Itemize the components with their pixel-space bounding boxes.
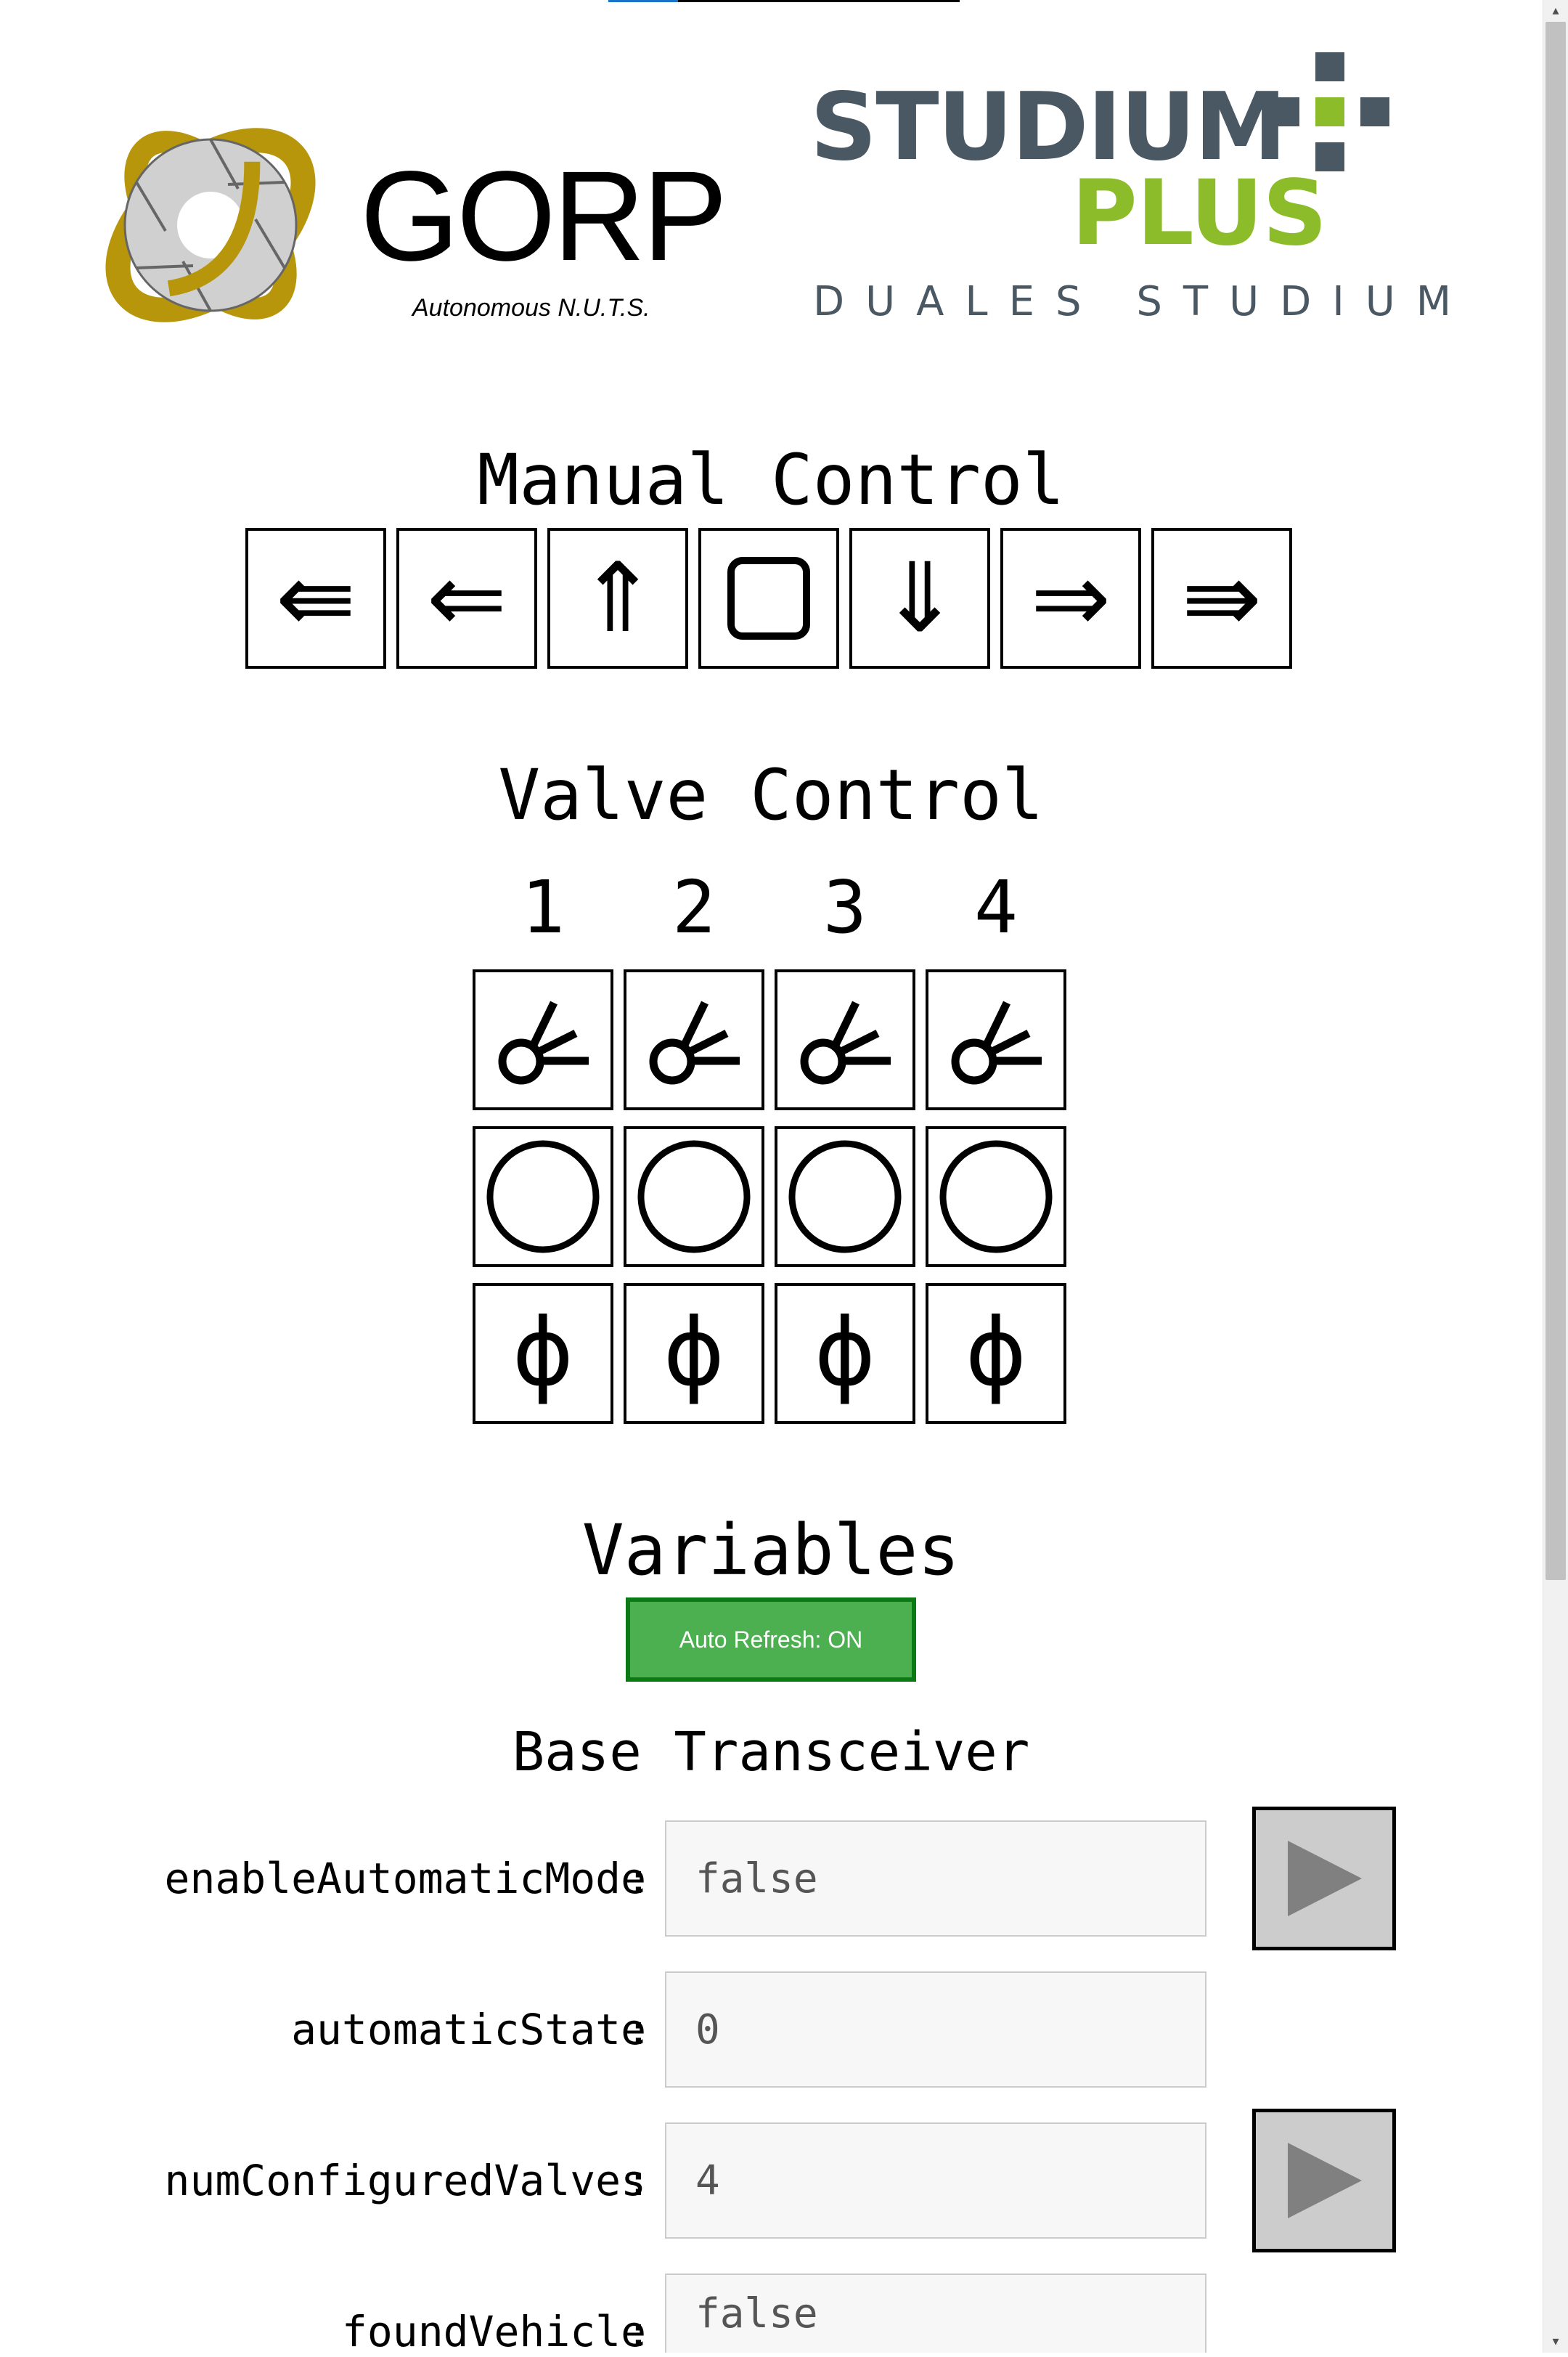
valve-1-open-button[interactable] bbox=[473, 1126, 613, 1267]
fast-right-button[interactable]: ⇛ bbox=[1151, 528, 1292, 669]
field-value: false bbox=[695, 1855, 818, 1902]
phi-icon: ϕ bbox=[814, 1299, 876, 1407]
valve-3-open-button[interactable] bbox=[775, 1126, 915, 1267]
variable-separator: : bbox=[626, 2156, 651, 2205]
fast-right-arrow-icon: ⇛ bbox=[1181, 542, 1262, 654]
left-button[interactable]: ⇐ bbox=[396, 528, 537, 669]
valve-2-open-button[interactable] bbox=[624, 1126, 764, 1267]
studium-plus-plus: PLUS bbox=[1071, 161, 1327, 266]
variable-label: numConfiguredValves bbox=[164, 2156, 646, 2205]
circle-icon bbox=[788, 1140, 902, 1253]
forward-button[interactable]: ⇑ bbox=[547, 528, 688, 669]
up-arrow-icon: ⇑ bbox=[577, 542, 658, 654]
left-arrow-icon: ⇐ bbox=[426, 542, 507, 654]
phi-icon: ϕ bbox=[663, 1299, 725, 1407]
valve-3-spray-button[interactable] bbox=[775, 969, 915, 1110]
manual-control-title: Manual Control bbox=[477, 439, 1065, 521]
valve-number: 3 bbox=[822, 865, 867, 950]
variable-label: automaticState bbox=[291, 2005, 646, 2054]
field-value: false bbox=[695, 2290, 818, 2337]
studium-plus-studium: STUDIUM bbox=[810, 73, 1287, 182]
scrollbar-thumb[interactable] bbox=[1545, 22, 1566, 1580]
found-vehicle-field[interactable]: false bbox=[665, 2273, 1206, 2353]
circle-icon bbox=[637, 1140, 751, 1253]
field-value: 4 bbox=[695, 2157, 720, 2205]
fast-left-button[interactable]: ⇚ bbox=[245, 528, 386, 669]
right-button[interactable]: ⇒ bbox=[1000, 528, 1141, 669]
valve-4-open-button[interactable] bbox=[926, 1126, 1066, 1267]
valve-number: 4 bbox=[973, 865, 1018, 950]
valve-number: 1 bbox=[520, 865, 565, 950]
circle-icon bbox=[486, 1140, 600, 1253]
valve-2-toggle-button[interactable]: ϕ bbox=[624, 1283, 764, 1424]
phi-icon: ϕ bbox=[965, 1299, 1027, 1407]
variable-separator: : bbox=[626, 2005, 651, 2054]
gorp-subtitle: Autonomous N.U.T.S. bbox=[412, 294, 650, 322]
valve-3-toggle-button[interactable]: ϕ bbox=[775, 1283, 915, 1424]
valve-number: 2 bbox=[671, 865, 716, 950]
enable-automatic-mode-field[interactable]: false bbox=[665, 1820, 1206, 1937]
sprinkler-icon bbox=[951, 1001, 1042, 1085]
auto-refresh-button[interactable]: Auto Refresh: ON bbox=[626, 1597, 916, 1682]
right-arrow-icon: ⇒ bbox=[1030, 542, 1111, 654]
studium-plus-cross-icon bbox=[1270, 52, 1389, 171]
num-configured-valves-send-button[interactable] bbox=[1252, 2109, 1396, 2252]
stop-square-icon bbox=[727, 557, 810, 640]
circle-icon bbox=[939, 1140, 1053, 1253]
studium-plus-duales: DUALES STUDIUM bbox=[813, 278, 1473, 325]
valve-4-spray-button[interactable] bbox=[926, 969, 1066, 1110]
valve-control-title: Valve Control bbox=[498, 754, 1044, 836]
play-icon bbox=[1288, 1841, 1362, 1916]
num-configured-valves-field[interactable]: 4 bbox=[665, 2122, 1206, 2239]
variable-label: enableAutomaticMode bbox=[164, 1854, 646, 1903]
automatic-state-field[interactable]: 0 bbox=[665, 1971, 1206, 2088]
scroll-up-icon[interactable]: ▴ bbox=[1548, 3, 1564, 19]
variable-label: foundVehicle bbox=[341, 2307, 646, 2356]
sprinkler-icon bbox=[800, 1001, 891, 1085]
down-arrow-icon: ⇓ bbox=[879, 542, 960, 654]
variable-separator: : bbox=[626, 1854, 651, 1903]
variables-title: Variables bbox=[581, 1510, 960, 1591]
top-link-underline-accent bbox=[608, 0, 678, 2]
scroll-down-icon[interactable]: ▾ bbox=[1548, 2334, 1564, 2350]
sprinkler-icon bbox=[649, 1001, 740, 1085]
field-value: 0 bbox=[695, 2006, 720, 2053]
gorp-title: GORP bbox=[360, 145, 727, 288]
valve-1-spray-button[interactable] bbox=[473, 969, 613, 1110]
stop-button[interactable] bbox=[698, 528, 839, 669]
enable-automatic-mode-send-button[interactable] bbox=[1252, 1807, 1396, 1950]
play-icon bbox=[1288, 2143, 1362, 2218]
sprinkler-icon bbox=[498, 1001, 589, 1085]
valve-1-toggle-button[interactable]: ϕ bbox=[473, 1283, 613, 1424]
base-transceiver-title: Base Transceiver bbox=[512, 1721, 1030, 1783]
variable-separator: : bbox=[626, 2307, 651, 2356]
fast-left-arrow-icon: ⇚ bbox=[275, 542, 356, 654]
phi-icon: ϕ bbox=[512, 1299, 574, 1407]
valve-4-toggle-button[interactable]: ϕ bbox=[926, 1283, 1066, 1424]
scrollbar[interactable]: ▴ ▾ bbox=[1543, 0, 1568, 2353]
valve-2-spray-button[interactable] bbox=[624, 969, 764, 1110]
gorp-emblem-icon bbox=[105, 128, 316, 322]
backward-button[interactable]: ⇓ bbox=[849, 528, 990, 669]
